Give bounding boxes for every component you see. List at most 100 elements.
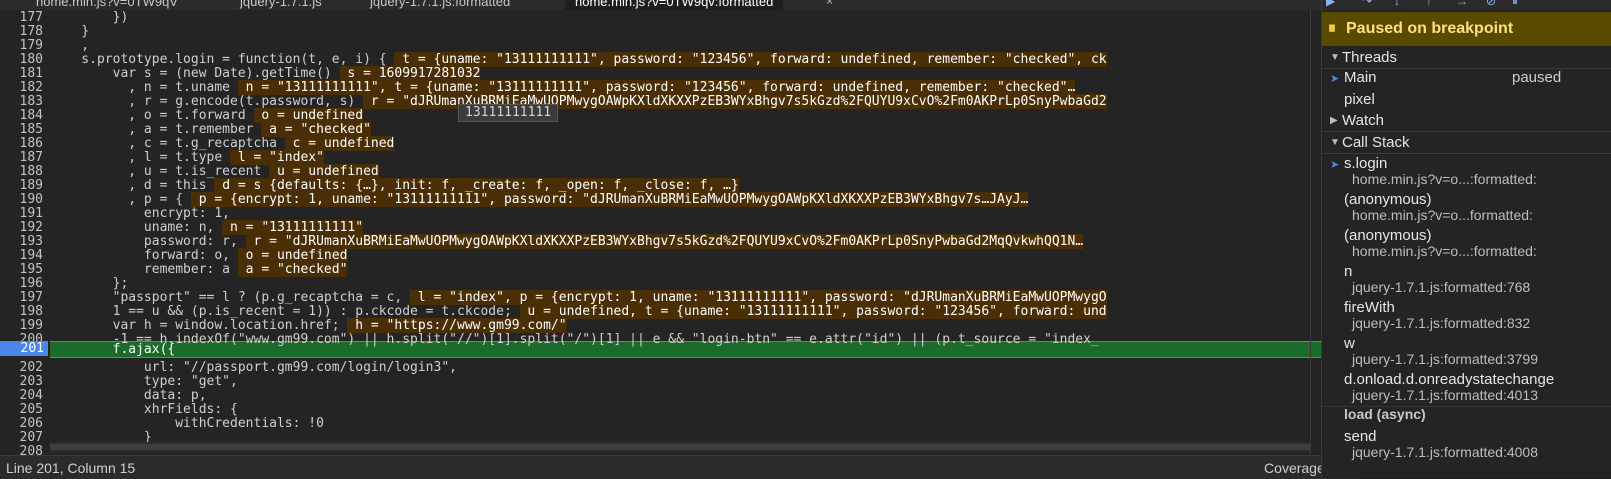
code-line: var s = (new Date).getTime() s = 1609917…	[50, 66, 481, 81]
callstack-section-header[interactable]: ▼ Call Stack	[1322, 133, 1611, 154]
hover-value-tooltip: 13111111111	[458, 104, 559, 122]
line-number[interactable]: 198	[0, 305, 43, 319]
scrollbar-thumb[interactable]	[50, 444, 1310, 450]
line-number[interactable]: 177	[0, 11, 43, 25]
line-number[interactable]: 180	[0, 53, 43, 67]
expand-arrow-icon: ▼	[1330, 137, 1340, 148]
inline-value: n = "13111111111"	[222, 220, 364, 235]
resume-icon[interactable]: ▶	[1326, 0, 1335, 8]
code-line: url: "//passport.gm99.com/login/login3",	[50, 360, 457, 375]
frame-location[interactable]: jquery-1.7.1.js:formatted:768	[1352, 279, 1530, 295]
step-icon[interactable]: →	[1456, 0, 1468, 8]
frame-location[interactable]: jquery-1.7.1.js:formatted:4013	[1352, 387, 1538, 403]
inline-value: d = s {defaults: {…}, init: f, _create: …	[214, 178, 739, 193]
inline-value: p = {encrypt: 1, uname: "13111111111", p…	[190, 192, 1029, 207]
frame-location[interactable]: jquery-1.7.1.js:formatted:3799	[1352, 351, 1538, 367]
inline-value: c = undefined	[284, 136, 395, 151]
line-number[interactable]: 179	[0, 39, 43, 53]
inline-value: a = "checked"	[237, 262, 348, 277]
code-line: -1 == h.indexOf("www.gm99.com") || h.spl…	[50, 332, 1099, 347]
cursor-position: Line 201, Column 15	[6, 460, 136, 476]
callstack-frame[interactable]: send	[1344, 428, 1377, 445]
frame-location[interactable]: jquery-1.7.1.js:formatted:4008	[1352, 444, 1538, 460]
line-number[interactable]: 204	[0, 389, 43, 403]
code-line: , l = t.type l = "index"	[50, 150, 324, 165]
callstack-frame[interactable]: (anonymous)	[1344, 191, 1432, 208]
paused-banner: ⏸ Paused on breakpoint	[1322, 12, 1611, 46]
step-out-icon[interactable]: ↑	[1426, 0, 1432, 8]
line-number[interactable]: 207	[0, 431, 43, 445]
inline-value: t = {uname: "13111111111", password: "12…	[394, 52, 1107, 67]
line-number[interactable]: 191	[0, 207, 43, 221]
line-number[interactable]: 187	[0, 151, 43, 165]
debugger-toolbar: ▶ ↷ ↓ ↑ → ⊘ ⏸	[1322, 0, 1611, 10]
line-number[interactable]: 181	[0, 67, 43, 81]
status-bar: Line 201, Column 15 Coverage: n/a	[0, 455, 1360, 479]
current-code-line: f.ajax({	[50, 342, 176, 357]
frame-location[interactable]: home.min.js?v=o...formatted:	[1352, 207, 1533, 223]
inline-value: s = 1609917281032	[339, 66, 481, 81]
code-line: , a = t.remember a = "checked"	[50, 122, 371, 137]
line-number[interactable]: 186	[0, 137, 43, 151]
expand-arrow-icon: ▼	[1330, 52, 1340, 63]
line-number[interactable]: 182	[0, 81, 43, 95]
line-number[interactable]: 188	[0, 165, 43, 179]
line-number[interactable]: 189	[0, 179, 43, 193]
thread-pixel[interactable]: pixel	[1344, 91, 1375, 108]
horizontal-scrollbar[interactable]	[50, 442, 1310, 452]
code-line: , d = this d = s {defaults: {…}, init: f…	[50, 178, 739, 193]
pause-exceptions-icon[interactable]: ⏸	[1512, 0, 1518, 9]
threads-section-header[interactable]: ▼ Threads	[1322, 48, 1611, 69]
code-line: "passport" == l ? (p.g_recaptcha = c, l …	[50, 290, 1107, 305]
code-lines[interactable]: }) } , s.prototype.login = function(t, e…	[50, 10, 1360, 455]
inline-value: r = "dJRUmanXuBRMiEaMwUOPMwygOAWpKXldXKX…	[245, 234, 1084, 249]
line-number[interactable]: 208	[0, 445, 43, 456]
frame-location[interactable]: jquery-1.7.1.js:formatted:832	[1352, 315, 1530, 331]
callstack-frame[interactable]: (anonymous)	[1344, 227, 1432, 244]
line-number[interactable]: 190	[0, 193, 43, 207]
close-icon[interactable]: ×	[826, 0, 833, 8]
line-number[interactable]: 196	[0, 277, 43, 291]
step-into-icon[interactable]: ↓	[1394, 0, 1400, 8]
deactivate-breakpoints-icon[interactable]: ⊘	[1486, 0, 1496, 8]
line-number[interactable]: 184	[0, 109, 43, 123]
tab-jquery-formatted[interactable]: jquery-1.7.1.js:formatted	[370, 0, 510, 9]
callstack-frame[interactable]: s.login	[1344, 155, 1387, 172]
inline-value: o = undefined	[237, 248, 348, 263]
tab-home-min-formatted[interactable]: home.min.js?v=0TW9qv:formatted	[565, 0, 784, 10]
line-number[interactable]: 194	[0, 249, 43, 263]
watch-section-header[interactable]: ▶ Watch	[1322, 111, 1611, 132]
line-number[interactable]: 203	[0, 375, 43, 389]
callstack-frame[interactable]: d.onload.d.onreadystatechange	[1344, 371, 1554, 388]
line-number[interactable]: 202	[0, 361, 43, 375]
line-number[interactable]: 199	[0, 319, 43, 333]
code-editor[interactable]: 177 178 179 180 181 182 183 184 185 186 …	[0, 10, 1360, 455]
frame-location[interactable]: home.min.js?v=o...:formatted:	[1352, 171, 1537, 187]
code-line: ,	[50, 38, 90, 53]
breakpoint-marker[interactable]: 201	[0, 341, 48, 356]
line-number-gutter[interactable]: 177 178 179 180 181 182 183 184 185 186 …	[0, 10, 50, 455]
debugger-sidebar: ▶ ↷ ↓ ↑ → ⊘ ⏸ ⏸ Paused on breakpoint ▼ T…	[1321, 0, 1611, 478]
code-line: password: r, r = "dJRUmanXuBRMiEaMwUOPMw…	[50, 234, 1084, 249]
line-number[interactable]: 183	[0, 95, 43, 109]
line-number[interactable]: 197	[0, 291, 43, 305]
step-over-icon[interactable]: ↷	[1362, 0, 1372, 8]
code-line: var h = window.location.href; h = "https…	[50, 318, 567, 333]
line-number[interactable]: 206	[0, 417, 43, 431]
line-number[interactable]: 193	[0, 235, 43, 249]
callstack-frame[interactable]: w	[1344, 335, 1355, 352]
line-number[interactable]: 185	[0, 123, 43, 137]
tab-jquery[interactable]: jquery-1.7.1.js	[240, 0, 322, 9]
callstack-frame[interactable]: n	[1344, 263, 1352, 280]
code-line: };	[50, 276, 129, 291]
line-number[interactable]: 178	[0, 25, 43, 39]
inline-value: l = "index", p = {encrypt: 1, uname: "13…	[410, 290, 1107, 305]
frame-location[interactable]: home.min.js?v=o...:formatted:	[1352, 243, 1537, 259]
line-number[interactable]: 192	[0, 221, 43, 235]
callstack-frame[interactable]: fireWith	[1344, 299, 1395, 316]
thread-main[interactable]: Main	[1344, 69, 1377, 86]
line-number[interactable]: 205	[0, 403, 43, 417]
tab-home-min[interactable]: home.min.js?v=0TW9qV	[36, 0, 178, 9]
pause-icon: ⏸	[1328, 20, 1337, 37]
line-number[interactable]: 195	[0, 263, 43, 277]
